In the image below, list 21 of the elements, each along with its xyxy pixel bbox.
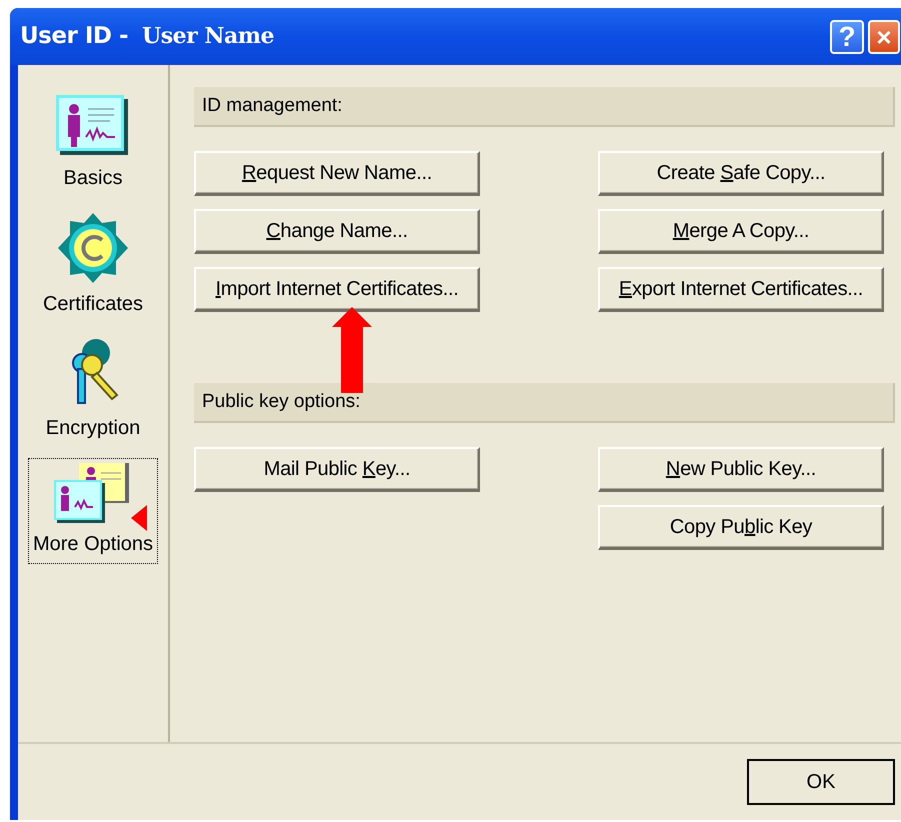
section-header: ID management: xyxy=(194,87,895,127)
dialog-button[interactable]: Import Internet Certificates... xyxy=(194,267,480,312)
dialog-button[interactable]: New Public Key... xyxy=(598,447,884,492)
ok-button[interactable]: OK xyxy=(747,759,895,805)
dialog-button[interactable]: Export Internet Certificates... xyxy=(598,267,884,312)
dialog-button[interactable]: Create Safe Copy... xyxy=(598,151,884,196)
dialog-button[interactable]: Merge A Copy... xyxy=(598,209,884,254)
id-card-icon xyxy=(56,95,130,157)
dialog-button[interactable]: Request New Name... xyxy=(194,151,480,196)
certificate-seal-icon xyxy=(58,213,128,283)
section-header: Public key options: xyxy=(194,383,895,423)
window-title: User ID - xyxy=(20,22,128,52)
dialog-button[interactable]: Copy Public Key xyxy=(598,505,884,550)
dialog-button[interactable]: Mail Public Key... xyxy=(194,447,480,492)
dialog-button[interactable]: Change Name... xyxy=(194,209,480,254)
sidebar-item[interactable]: More Options xyxy=(28,458,158,564)
sidebar-item[interactable]: Encryption xyxy=(28,334,158,448)
sidebar-item[interactable]: Certificates xyxy=(28,208,158,324)
sidebar-item[interactable]: Basics xyxy=(28,90,158,198)
selection-marker-icon xyxy=(131,505,147,531)
user-name-title: User Name xyxy=(142,22,274,51)
